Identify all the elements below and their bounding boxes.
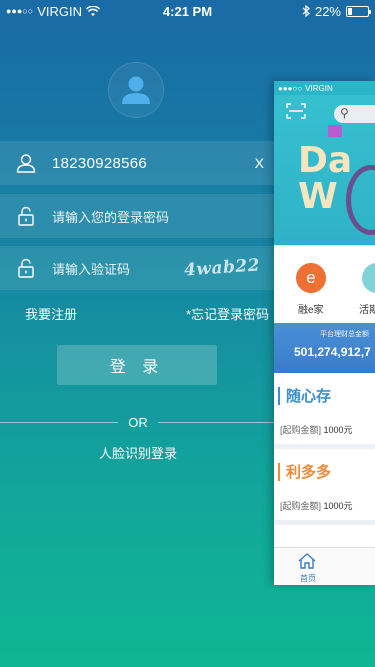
password-field[interactable]: 请输入您的登录密码: [0, 194, 276, 238]
preview-status-bar: ●●●○○ VIRGIN: [274, 81, 375, 95]
preview-banner[interactable]: ⚲ Da W: [274, 95, 375, 245]
clear-phone-button[interactable]: X: [255, 155, 264, 171]
min-value: 1000元: [323, 501, 353, 511]
preview-icon-row: e 融e家 活期: [274, 245, 375, 323]
password-input[interactable]: 请输入您的登录密码: [52, 207, 169, 226]
product-min-amount: [起购金额] 1000元: [280, 423, 353, 436]
current-deposit-icon[interactable]: [362, 263, 375, 293]
platform-total-amount: 501,274,912,7: [294, 345, 371, 359]
product-card[interactable]: 随心存 [起购金额] 1000元: [274, 373, 375, 449]
captcha-image[interactable]: 4wab22: [183, 255, 260, 280]
forgot-password-link[interactable]: *忘记登录密码: [186, 304, 269, 323]
phone-field[interactable]: 18230928566 X: [0, 141, 276, 185]
home-icon[interactable]: [298, 553, 316, 569]
min-label: [起购金额]: [280, 425, 322, 435]
banner-tag: [328, 125, 342, 137]
bluetooth-icon: [302, 5, 310, 17]
platform-total-panel: 平台理财总金额 501,274,912,7: [274, 323, 375, 373]
search-icon: ⚲: [340, 106, 349, 120]
tab-home[interactable]: 首页: [300, 573, 316, 584]
phone-input[interactable]: 18230928566: [52, 155, 147, 172]
min-value: 1000元: [323, 425, 353, 435]
preview-signal-icon: ●●●○○: [278, 83, 303, 93]
lock-icon: [18, 206, 34, 226]
or-label: OR: [128, 414, 148, 430]
lock-icon: [18, 258, 34, 278]
min-label: [起购金额]: [280, 501, 322, 511]
register-link[interactable]: 我要注册: [25, 304, 77, 323]
rong-e-jia-label: 融e家: [298, 305, 324, 316]
status-right: 22%: [302, 3, 371, 19]
product-min-amount: [起购金额] 1000元: [280, 499, 353, 512]
rong-e-jia-icon[interactable]: e: [296, 263, 326, 293]
captcha-field[interactable]: 请输入验证码 4wab22: [0, 246, 276, 290]
user-outline-icon: [16, 154, 36, 173]
banner-title: Da W: [298, 143, 352, 215]
banner-text: Da W: [298, 140, 353, 217]
app-preview-card[interactable]: ●●●○○ VIRGIN ⚲ Da W e 融e家 活期 平台理财总金额 501…: [274, 81, 375, 585]
face-login-link[interactable]: 人脸识别登录: [0, 443, 276, 462]
battery-icon: [346, 5, 371, 17]
divider-left: [0, 421, 119, 423]
status-bar: ●●●○○ VIRGIN 4:21 PM 22%: [0, 0, 375, 22]
product-name: 利多多: [286, 464, 332, 481]
phone-field-icon-wrap: [0, 153, 52, 173]
captcha-field-icon-wrap: [0, 258, 52, 278]
password-field-icon-wrap: [0, 206, 52, 226]
divider-right: [157, 421, 276, 423]
battery-percent: 22%: [314, 3, 341, 19]
battery-fill: [348, 7, 353, 15]
product-accent-bar: [278, 463, 280, 481]
login-button[interactable]: 登 录: [57, 345, 217, 385]
captcha-input[interactable]: 请输入验证码: [52, 259, 130, 278]
platform-total-caption: 平台理财总金额: [320, 331, 369, 338]
preview-tab-bar: 首页: [274, 547, 375, 585]
avatar[interactable]: [108, 62, 164, 118]
or-separator: OR: [0, 414, 276, 430]
scan-icon: [286, 103, 306, 119]
user-icon: [122, 76, 150, 104]
product-name: 随心存: [286, 388, 332, 405]
product-card[interactable]: 利多多 [起购金额] 1000元: [274, 449, 375, 525]
product-accent-bar: [278, 387, 280, 405]
preview-search[interactable]: ⚲: [334, 105, 375, 123]
preview-carrier: VIRGIN: [305, 83, 333, 93]
current-deposit-label: 活期: [359, 305, 375, 316]
